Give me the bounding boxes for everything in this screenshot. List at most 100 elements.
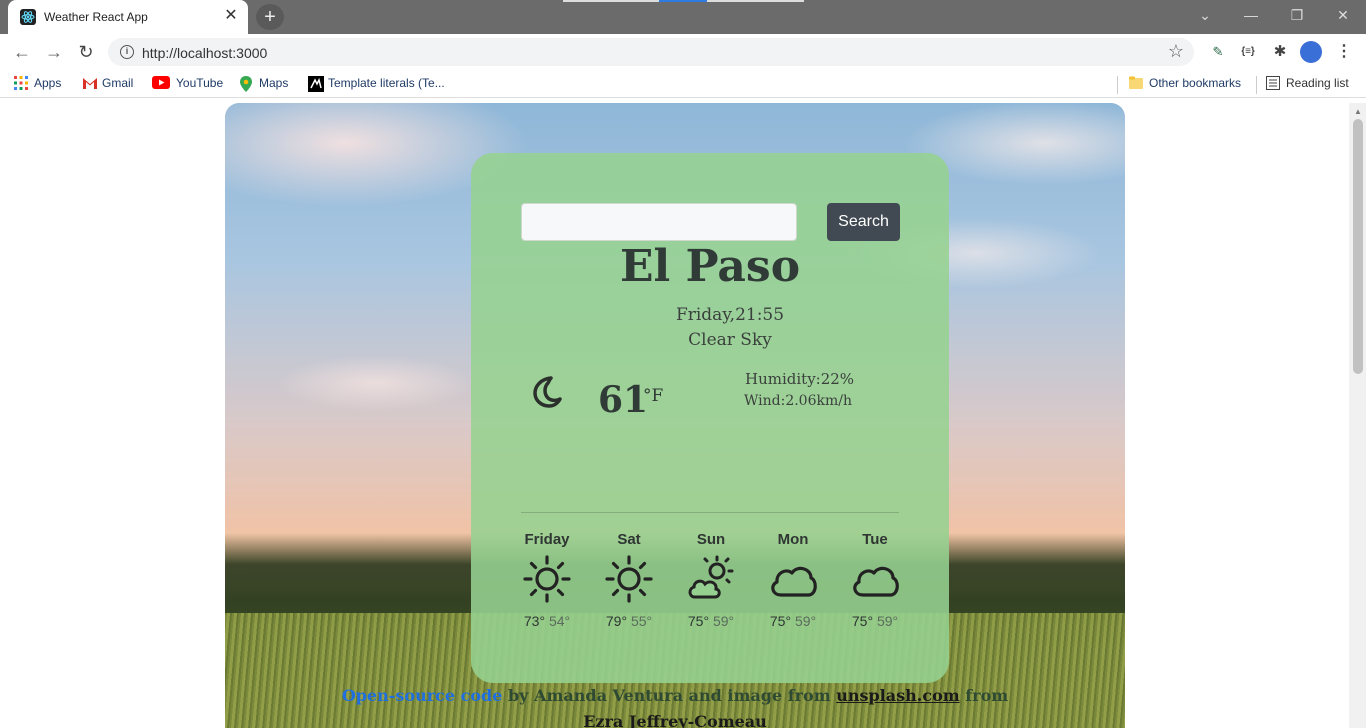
bookmark-maps[interactable]: Maps	[239, 76, 289, 92]
tab-search-chevron-icon[interactable]: ⌄	[1182, 0, 1228, 32]
city-search-input[interactable]	[521, 203, 797, 241]
unsplash-link[interactable]: unsplash.com	[836, 686, 959, 705]
maps-pin-icon	[239, 76, 253, 92]
menu-kebab-icon[interactable]: ⋮	[1334, 42, 1354, 62]
forecast-max: 75°	[687, 613, 710, 629]
reload-icon[interactable]: ↻	[74, 40, 98, 64]
forecast-day-name: Sat	[617, 531, 641, 548]
temperature-unit-toggle[interactable]: °F	[643, 386, 663, 406]
page-footer: Open-source code by Amanda Ventura and i…	[225, 683, 1125, 728]
current-datetime: Friday,21:55	[675, 305, 785, 325]
url-text[interactable]: http://localhost:3000	[142, 45, 267, 61]
forward-arrow-icon[interactable]: →	[42, 40, 66, 64]
city-name: El Paso	[619, 241, 801, 292]
react-icon	[20, 9, 36, 25]
forecast-day: Tue 75° 59°	[843, 531, 907, 629]
weather-card: Search El Paso Friday,21:55 Clear Sky 61…	[471, 153, 949, 683]
bookmark-gmail[interactable]: Gmail	[82, 76, 133, 90]
forecast-min: 59°	[712, 613, 735, 629]
bookmark-label: Other bookmarks	[1149, 76, 1242, 90]
forecast-divider	[521, 512, 899, 513]
page-scrollbar[interactable]: ▲	[1349, 103, 1366, 728]
bookmark-template-literals[interactable]: Template literals (Te...	[308, 76, 445, 92]
mdn-icon	[308, 76, 324, 92]
bookmark-other-folder[interactable]: Other bookmarks	[1129, 76, 1241, 90]
youtube-icon	[152, 76, 170, 90]
forecast-day-name: Tue	[862, 531, 888, 548]
footer-from-text: from	[959, 686, 1009, 705]
forecast-day-name: Sun	[696, 531, 726, 548]
cloud-icon	[853, 566, 899, 597]
page-viewport: Search El Paso Friday,21:55 Clear Sky 61…	[0, 103, 1366, 728]
footer-by-text: by Amanda Ventura and image from	[502, 686, 837, 705]
extensions-puzzle-icon[interactable]: ✱	[1270, 42, 1290, 62]
sun-icon	[523, 555, 571, 603]
bookmarks-separator	[1256, 76, 1257, 94]
close-window-button[interactable]: ✕	[1320, 0, 1366, 32]
profile-avatar[interactable]	[1300, 41, 1322, 63]
bookmark-apps[interactable]: Apps	[14, 76, 61, 90]
bookmark-youtube[interactable]: YouTube	[152, 76, 223, 90]
forecast-min: 59°	[876, 613, 899, 629]
forecast-min: 55°	[630, 613, 653, 629]
forecast-day: Sun 75° 59°	[679, 531, 743, 629]
bookmark-label: Template literals (Te...	[328, 76, 445, 90]
tab-strip-indicator	[563, 0, 659, 2]
cloud-icon	[771, 566, 817, 597]
extension-json-icon[interactable]: {≡}	[1238, 42, 1258, 62]
restore-button[interactable]: ❐	[1274, 0, 1320, 32]
browser-titlebar: Weather React App ✕ + ⌄ — ❐ ✕	[0, 0, 1366, 34]
apps-grid-icon	[14, 76, 28, 90]
browser-tab-active[interactable]: Weather React App ✕	[8, 0, 248, 34]
forecast-max: 79°	[605, 613, 628, 629]
forecast-day-name: Friday	[524, 531, 570, 548]
forecast-max: 75°	[769, 613, 792, 629]
forecast-temps: 75° 59°	[843, 613, 907, 629]
moon-icon	[533, 376, 562, 408]
humidity-value: Humidity:22%	[745, 370, 855, 388]
forecast-temps: 75° 59°	[761, 613, 825, 629]
forecast-temps: 73° 54°	[515, 613, 579, 629]
new-tab-button[interactable]: +	[256, 4, 284, 30]
tab-strip-indicator-active	[659, 0, 707, 2]
close-tab-icon[interactable]: ✕	[222, 7, 240, 25]
partly-sunny-icon	[688, 555, 734, 599]
bookmarks-bar: Apps Gmail YouTube Maps Template literal…	[0, 70, 1366, 98]
current-temperature: 61	[598, 379, 649, 421]
minimize-button[interactable]: —	[1228, 0, 1274, 32]
extension-pen-icon[interactable]: ✎	[1208, 42, 1228, 62]
photographer-link[interactable]: Ezra Jeffrey-Comeau	[583, 712, 767, 728]
bookmark-label: Gmail	[102, 76, 134, 90]
weather-description: Clear Sky	[688, 330, 772, 350]
scroll-up-arrow-icon[interactable]: ▲	[1354, 107, 1362, 116]
forecast-min: 54°	[548, 613, 571, 629]
scrollbar-thumb[interactable]	[1353, 119, 1363, 374]
forecast-min: 59°	[794, 613, 817, 629]
forecast-row: Friday 73° 54° Sat 79° 55° Sun 75° 59° M…	[515, 531, 915, 631]
reading-list-button[interactable]: Reading list	[1266, 76, 1349, 90]
bookmark-star-icon[interactable]: ☆	[1168, 41, 1184, 62]
bookmarks-separator	[1117, 76, 1118, 94]
forecast-max: 73°	[523, 613, 546, 629]
wind-value: Wind:2.06km/h	[744, 393, 852, 409]
forecast-temps: 79° 55°	[597, 613, 661, 629]
browser-toolbar: ← → ↻ i http://localhost:3000 ☆ ✎ {≡} ✱ …	[0, 34, 1366, 70]
sun-icon	[605, 555, 653, 603]
site-info-icon[interactable]: i	[120, 45, 134, 59]
search-button[interactable]: Search	[827, 203, 900, 241]
reading-list-icon	[1266, 76, 1280, 90]
tab-title: Weather React App	[44, 10, 148, 24]
folder-icon	[1129, 76, 1143, 90]
forecast-temps: 75° 59°	[679, 613, 743, 629]
tab-strip-indicator	[707, 0, 804, 2]
bookmark-label: Apps	[34, 76, 62, 90]
forecast-max: 75°	[851, 613, 874, 629]
gmail-icon	[82, 76, 97, 90]
open-source-link[interactable]: Open-source code	[342, 686, 503, 705]
bookmark-label: Maps	[259, 76, 289, 90]
back-arrow-icon[interactable]: ←	[10, 40, 34, 64]
address-bar[interactable]: i http://localhost:3000 ☆	[108, 38, 1194, 66]
forecast-day: Mon 75° 59°	[761, 531, 825, 629]
forecast-day-name: Mon	[777, 531, 809, 548]
bookmark-label: YouTube	[176, 76, 224, 90]
